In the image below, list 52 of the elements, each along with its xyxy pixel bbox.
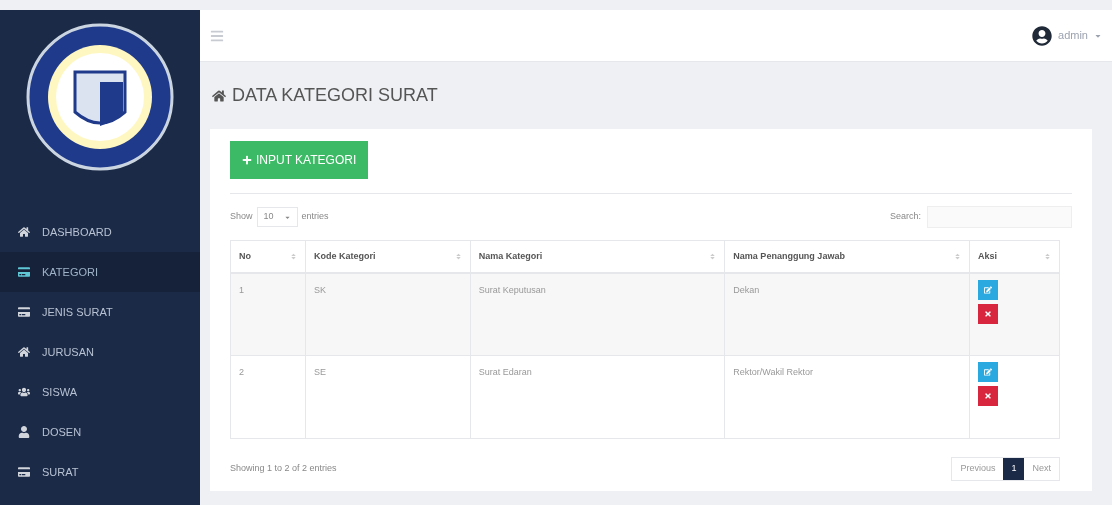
user-icon [18, 426, 30, 438]
sort-icon [1044, 252, 1051, 260]
sort-icon [954, 252, 962, 260]
entries-label: entries [301, 210, 329, 224]
edit-button[interactable] [978, 279, 999, 300]
edit-icon [984, 368, 993, 376]
sort-icon [289, 252, 297, 260]
plus-icon [242, 155, 252, 165]
home-icon [18, 226, 30, 238]
sidebar-item[interactable]: SURAT [0, 452, 200, 492]
column-header[interactable]: Nama Penanggung Jawab [724, 240, 970, 273]
sort-icon [709, 252, 717, 260]
page-size-select[interactable]: 10 [256, 207, 298, 227]
show-label: Show [230, 210, 253, 224]
table-cell: Rektor/Wakil Rektor [724, 355, 970, 439]
home-icon [212, 88, 226, 103]
column-header[interactable]: Nama Kategori [470, 240, 725, 273]
table-cell: Surat Keputusan [470, 272, 725, 356]
column-header[interactable]: No [230, 240, 306, 273]
delete-button[interactable] [978, 303, 999, 324]
sidebar-item[interactable]: JURUSAN [0, 332, 200, 372]
close-icon [984, 309, 993, 318]
search-label: Search: [889, 210, 921, 224]
sidebar-item[interactable]: DASHBOARD [0, 212, 200, 252]
entries-info: Showing 1 to 2 of 2 entries [230, 462, 337, 476]
card-icon [18, 466, 30, 478]
logo-icon [25, 22, 175, 172]
table-cell: 1 [230, 272, 306, 356]
card-icon [18, 266, 30, 278]
sort-icon [454, 252, 462, 260]
table-cell: Surat Edaran [470, 355, 725, 439]
table-cell: SE [305, 355, 471, 439]
pagination-link[interactable]: 1 [1003, 458, 1025, 480]
card-icon [18, 306, 30, 318]
column-header[interactable]: Kode Kategori [305, 240, 471, 273]
sidebar-item[interactable]: JENIS SURAT [0, 292, 200, 332]
table-cell: SK [305, 272, 471, 356]
column-header[interactable]: Aksi [969, 240, 1060, 273]
table-cell: Dekan [724, 272, 970, 356]
sidebar-item[interactable]: KATEGORI [0, 252, 200, 292]
edit-icon [984, 285, 993, 294]
page-title: DATA KATEGORI SURAT [210, 82, 1102, 109]
menu-icon[interactable] [210, 28, 224, 43]
home-icon [18, 346, 30, 358]
users-icon [18, 386, 30, 398]
user-icon [1032, 25, 1053, 46]
sidebar-item[interactable]: SISWA [0, 372, 200, 412]
delete-button[interactable] [978, 386, 999, 406]
table-cell: 2 [230, 355, 306, 439]
close-icon [984, 392, 993, 400]
sidebar-item[interactable]: DOSEN [0, 412, 200, 452]
edit-button[interactable] [978, 362, 999, 382]
